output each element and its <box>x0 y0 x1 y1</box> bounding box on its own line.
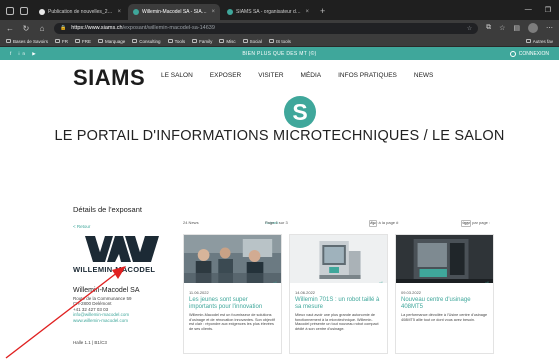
login-label: CONNEXION <box>518 50 549 57</box>
login-button[interactable]: CONNEXION <box>509 50 549 57</box>
user-icon <box>509 50 516 57</box>
annotation-arrow-icon <box>5 266 126 359</box>
